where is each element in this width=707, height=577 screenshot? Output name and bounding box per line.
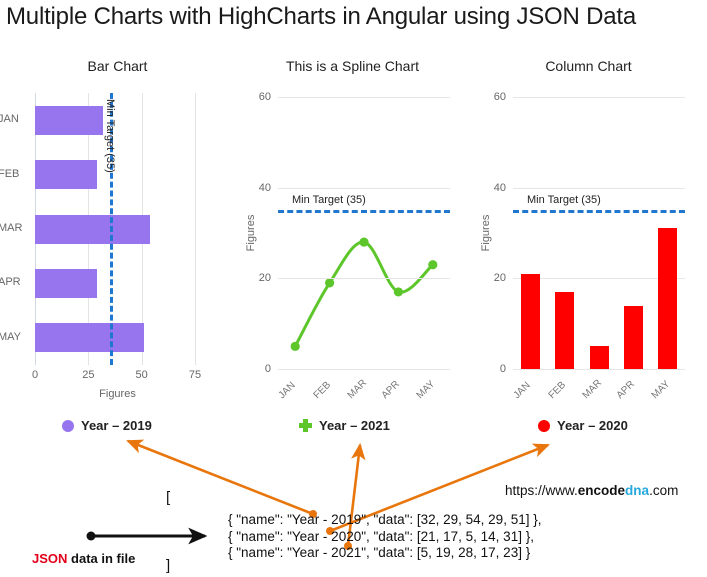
bar-chart-bar bbox=[35, 214, 151, 244]
bar-chart-gridline bbox=[195, 93, 196, 365]
bar-chart-bar bbox=[35, 323, 144, 353]
spline-chart-line bbox=[290, 237, 438, 351]
json-series-code: { "name": "Year - 2019", "data": [32, 29… bbox=[228, 512, 542, 560]
column-chart-y-axis-title: Figures bbox=[480, 214, 492, 252]
json-close-bracket: ] bbox=[166, 557, 171, 574]
site-url-suffix: .com bbox=[649, 483, 679, 498]
arrow-json-file-pointer bbox=[86, 527, 208, 545]
value-axis-tick: 0 bbox=[264, 363, 271, 375]
bar-chart-value-tick: 50 bbox=[135, 369, 148, 381]
gridline bbox=[513, 187, 685, 189]
spline-data-point bbox=[428, 260, 438, 270]
spline-chart-panel: This is a Spline Chart 0 20 40 60 JAN FEB MAR A… bbox=[235, 55, 470, 401]
bar-chart-category-tick: APR bbox=[0, 276, 21, 289]
site-url-prefix: https://www. bbox=[505, 483, 578, 498]
column-chart-bar bbox=[658, 228, 678, 369]
spline-chart-y-axis-title: Figures bbox=[245, 214, 257, 252]
gridline bbox=[513, 97, 685, 98]
spline-data-point bbox=[290, 341, 300, 351]
category-axis-tick: APR bbox=[615, 378, 638, 402]
bar-chart-bar bbox=[35, 160, 97, 190]
min-target-line bbox=[278, 210, 450, 214]
bar-chart-bar bbox=[35, 268, 97, 298]
value-axis-tick: 40 bbox=[493, 181, 506, 194]
column-chart-plot-area: 0 20 40 60 JAN FEB MAR APR MAY Min Target (35) bbox=[494, 91, 685, 401]
bar-chart-category-tick: FEB bbox=[0, 167, 20, 180]
gridline bbox=[513, 369, 685, 370]
bar-chart-min-target-label: Min Target (35) bbox=[103, 99, 116, 173]
category-axis-tick: MAR bbox=[580, 377, 605, 402]
min-target-label: Min Target (35) bbox=[527, 194, 601, 207]
column-chart-bar bbox=[555, 291, 575, 369]
arrow-to-2019-legend bbox=[126, 439, 317, 518]
category-axis-tick: FEB bbox=[311, 379, 333, 402]
value-axis-tick: 60 bbox=[493, 91, 506, 103]
category-axis-tick: MAY bbox=[649, 378, 672, 402]
bar-chart-value-tick: 75 bbox=[188, 369, 202, 381]
gridline bbox=[278, 187, 450, 189]
column-chart-bar bbox=[623, 305, 643, 369]
page-title: Multiple Charts with HighCharts in Angul… bbox=[6, 3, 637, 30]
site-url-bold: encode bbox=[577, 483, 626, 498]
column-chart-title: Column Chart bbox=[545, 58, 632, 74]
category-axis-tick: JAN bbox=[511, 380, 533, 402]
spline-data-point bbox=[393, 287, 403, 297]
spline-chart-title: This is a Spline Chart bbox=[285, 58, 420, 74]
min-target-label: Min Target (35) bbox=[292, 194, 366, 207]
bar-chart-title: Bar Chart bbox=[87, 58, 148, 74]
column-chart-bar bbox=[589, 346, 609, 369]
site-url-accent: dna bbox=[625, 483, 650, 498]
category-axis-tick: JAN bbox=[276, 380, 298, 402]
column-chart-panel: Column Chart 0 20 40 60 JAN FEB MAR APR MAY Min T… bbox=[470, 55, 707, 401]
value-axis-tick: 20 bbox=[493, 272, 506, 285]
spline-data-point bbox=[325, 278, 335, 288]
page-root: Multiple Charts with HighCharts in Angul… bbox=[0, 0, 707, 577]
category-axis-tick: MAR bbox=[345, 377, 370, 402]
bar-chart-category-tick: JAN bbox=[0, 113, 19, 126]
bar-chart-category-tick: MAR bbox=[0, 222, 23, 234]
json-open-bracket: [ bbox=[166, 489, 171, 506]
value-axis-tick: 40 bbox=[258, 181, 271, 194]
min-target-line bbox=[513, 210, 685, 214]
site-url: https://www.encodedna.com bbox=[505, 483, 678, 498]
category-axis-tick: FEB bbox=[546, 379, 568, 402]
bar-chart-bar bbox=[35, 105, 104, 135]
json-caption-rest: data in file bbox=[67, 551, 136, 566]
value-axis-tick: 60 bbox=[258, 91, 271, 103]
category-axis-tick: MAY bbox=[414, 378, 437, 402]
value-axis-tick: 0 bbox=[499, 363, 506, 375]
bar-chart-x-axis-title: Figures bbox=[99, 388, 136, 400]
bar-chart-category-tick: MAY bbox=[0, 330, 22, 343]
json-data-caption: JSON data in file bbox=[32, 551, 135, 566]
bar-chart-value-tick: 0 bbox=[31, 369, 39, 381]
bar-chart-panel: Bar Chart Figures 0 25 50 75 JAN FEB MAR APR MAY… bbox=[0, 55, 235, 400]
category-axis-tick: APR bbox=[380, 378, 403, 402]
spline-data-point bbox=[359, 237, 369, 247]
gridline bbox=[278, 278, 450, 280]
gridline bbox=[278, 369, 450, 370]
value-axis-tick: 20 bbox=[258, 272, 271, 285]
spline-path bbox=[293, 240, 435, 348]
spline-chart-plot-area: 0 20 40 60 JAN FEB MAR APR MAY Min Target (35) bbox=[259, 91, 450, 401]
bar-chart-value-tick: 25 bbox=[82, 369, 95, 381]
json-caption-keyword: JSON bbox=[32, 551, 68, 566]
column-chart-bar bbox=[520, 273, 540, 369]
gridline bbox=[278, 97, 450, 98]
